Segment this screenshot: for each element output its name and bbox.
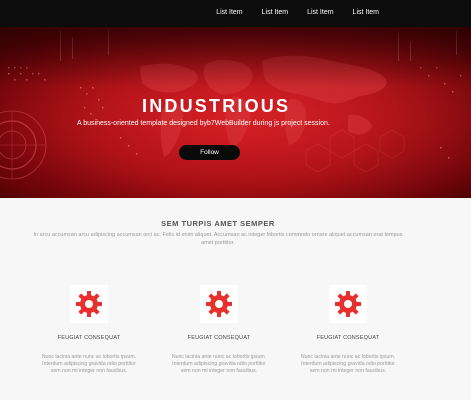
follow-button[interactable]: Follow — [179, 145, 240, 160]
page: List Item List Item List Item List Item — [0, 0, 471, 400]
hero-subtitle: A business-oriented template designed by… — [77, 120, 330, 127]
nav-item-2[interactable]: List Item — [262, 8, 288, 17]
top-navbar: List Item List Item List Item List Item — [0, 0, 471, 27]
nav-item-4[interactable]: List Item — [353, 8, 379, 17]
feature-description: Nunc lacinia ante nunc ac lobortis ipsum… — [300, 354, 396, 374]
feature-title: FEUGIAT CONSEQUAT — [316, 335, 380, 341]
nav-item-3[interactable]: List Item — [307, 8, 333, 17]
section-description: In arcu accumsan arcu adipiscing accumsa… — [33, 232, 403, 246]
hero-title: INDUSTRIOUS — [142, 96, 291, 116]
feature-icon-box — [200, 285, 238, 323]
hero-banner: INDUSTRIOUS A business-oriented template… — [0, 27, 471, 198]
feature-icon-box — [70, 285, 108, 323]
feature-title: FEUGIAT CONSEQUAT — [187, 335, 251, 341]
section-title: SEM TURPIS AMET SEMPER — [161, 219, 275, 228]
nav-item-1[interactable]: List Item — [216, 8, 242, 17]
nav-links: List Item List Item List Item List Item — [216, 8, 379, 17]
gear-icon — [76, 291, 102, 317]
feature-icon-box — [329, 285, 367, 323]
feature-title: FEUGIAT CONSEQUAT — [57, 335, 121, 341]
feature-description: Nunc lacinia ante nunc ac lobortis ipsum… — [171, 354, 267, 374]
gear-icon — [335, 291, 361, 317]
gear-icon — [206, 291, 232, 317]
feature-description: Nunc lacinia ante nunc ac lobortis ipsum… — [41, 354, 137, 374]
